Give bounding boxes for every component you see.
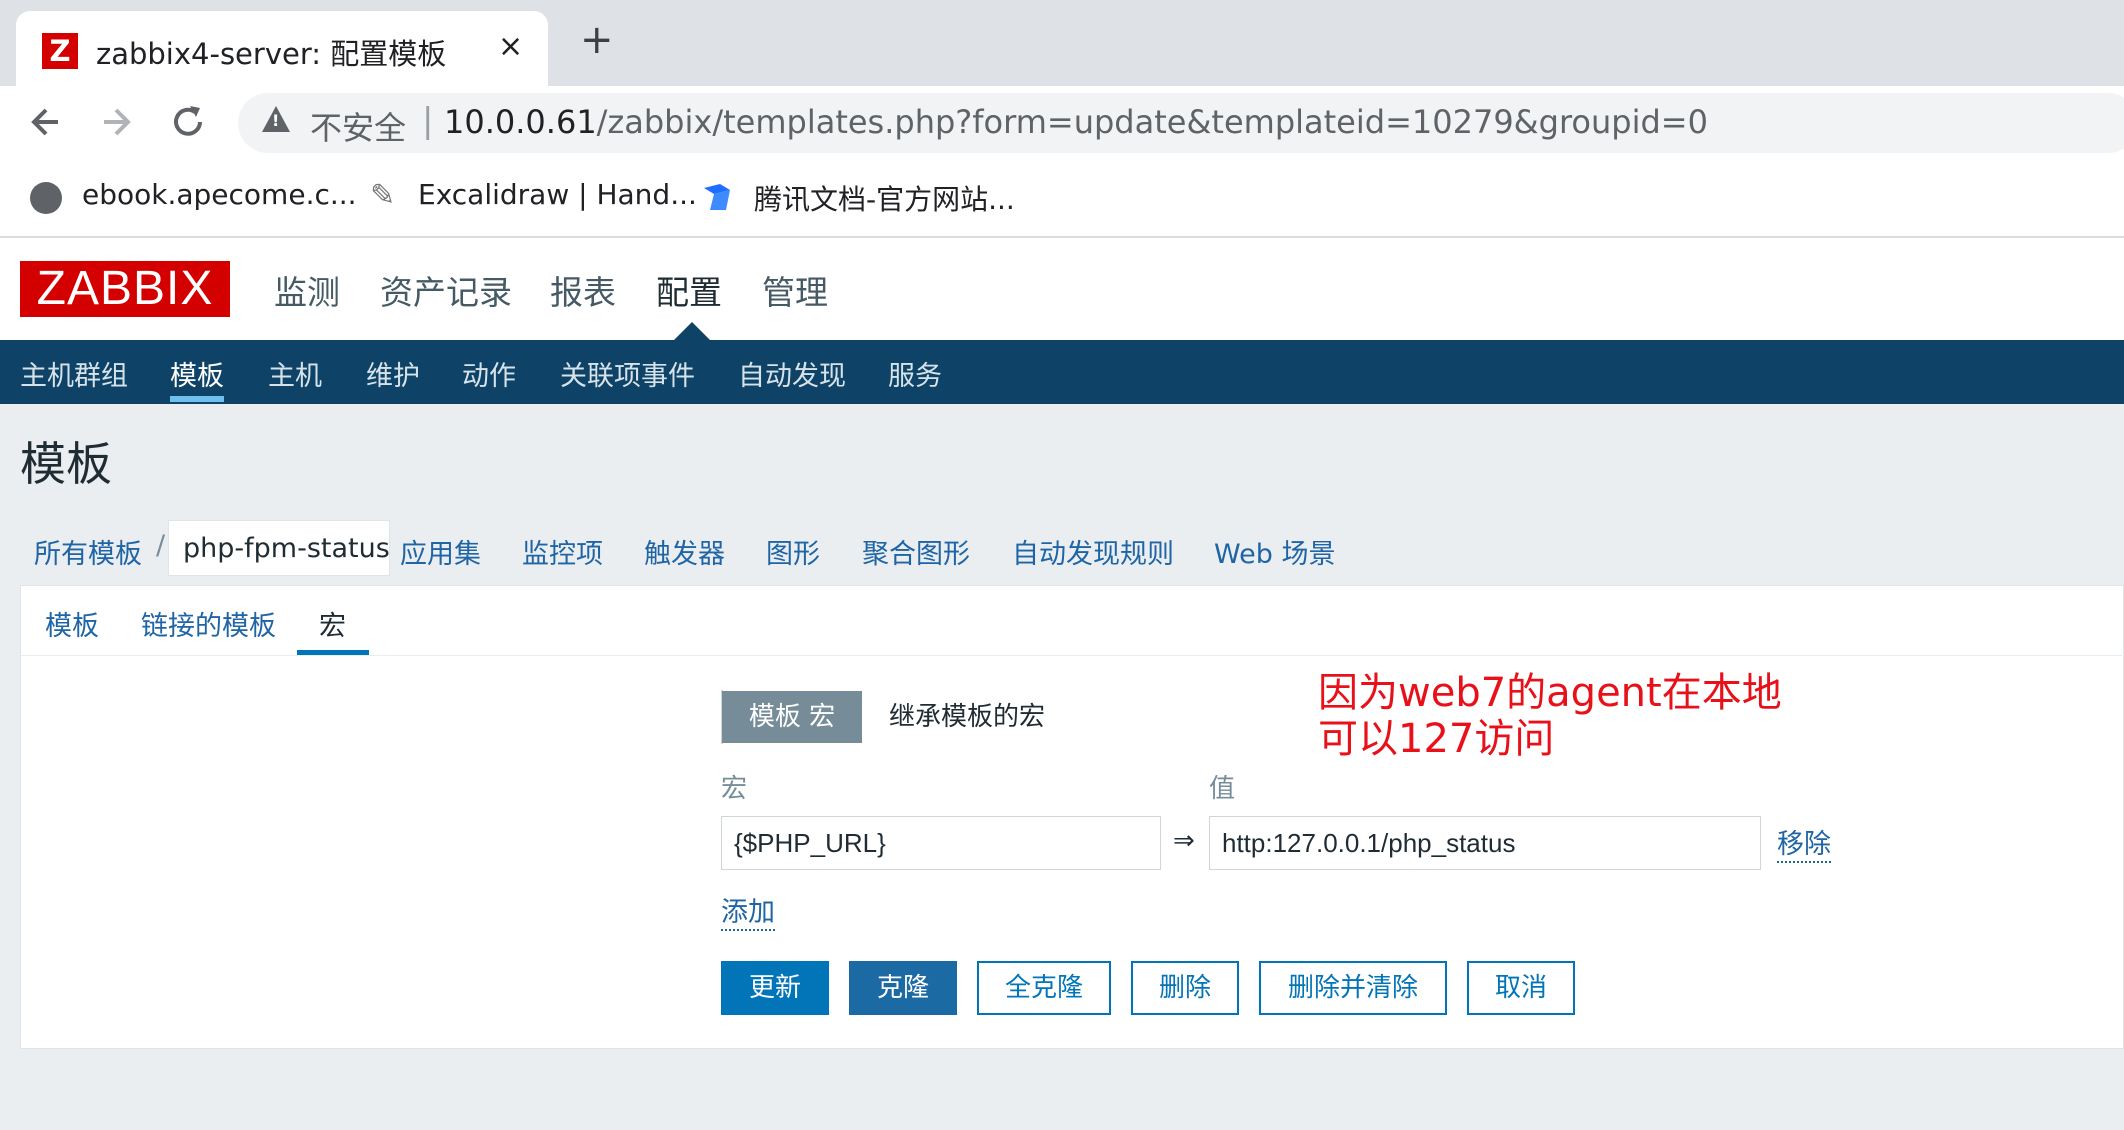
value-column-label: 值 <box>1209 774 1236 804</box>
close-tab-icon[interactable]: × <box>498 29 523 64</box>
tab-macros[interactable]: 宏 <box>319 604 346 643</box>
tab-linked-templates[interactable]: 链接的模板 <box>141 604 276 643</box>
annotation-line-1: 因为web7的agent在本地 <box>1318 670 1782 716</box>
menu-reports[interactable]: 报表 <box>550 266 616 314</box>
back-arrow-icon[interactable] <box>28 98 64 157</box>
tab-active-indicator <box>297 650 369 655</box>
tab-title: zabbix4-server: 配置模板 <box>96 37 447 71</box>
delete-button[interactable]: 删除 <box>1131 961 1239 1015</box>
cancel-button[interactable]: 取消 <box>1467 961 1575 1015</box>
annotation-note: 因为web7的agent在本地 可以127访问 <box>1318 670 1782 762</box>
submenu-maintenance[interactable]: 维护 <box>366 354 420 393</box>
zabbix-favicon-icon: Z <box>42 33 78 69</box>
breadcrumb-graphs[interactable]: 图形 <box>766 532 820 571</box>
delete-and-clear-button[interactable]: 删除并清除 <box>1259 961 1447 1015</box>
submenu-actions[interactable]: 动作 <box>462 354 516 393</box>
bookmark-tencent-docs[interactable]: 腾讯文档-官方网站... <box>754 178 1015 218</box>
macro-value-field[interactable] <box>1209 816 1761 870</box>
url-field[interactable]: ! 不安全 | 10.0.0.61/zabbix/templates.php?f… <box>238 93 2124 153</box>
macro-value-input[interactable] <box>1210 817 1760 869</box>
submenu-host-groups[interactable]: 主机群组 <box>20 354 128 393</box>
menu-administration[interactable]: 管理 <box>762 266 828 314</box>
menu-inventory[interactable]: 资产记录 <box>380 266 512 314</box>
breadcrumb-web-scenarios[interactable]: Web 场景 <box>1214 532 1335 571</box>
url-text[interactable]: 10.0.0.61/zabbix/templates.php?form=upda… <box>444 103 1708 141</box>
zabbix-header: ZABBIX 监测 资产记录 报表 配置 管理 <box>0 238 2124 340</box>
update-button[interactable]: 更新 <box>721 961 829 1015</box>
breadcrumb-triggers[interactable]: 触发器 <box>644 532 725 571</box>
submenu-templates[interactable]: 模板 <box>170 354 224 393</box>
menu-monitoring[interactable]: 监测 <box>274 266 340 314</box>
sub-menu: 主机群组 模板 主机 维护 动作 关联项事件 自动发现 服务 <box>0 340 2124 404</box>
breadcrumb-items[interactable]: 监控项 <box>522 532 603 571</box>
active-menu-caret <box>674 322 710 340</box>
breadcrumb-screens[interactable]: 聚合图形 <box>862 532 970 571</box>
full-clone-button[interactable]: 全克隆 <box>977 961 1111 1015</box>
reload-icon[interactable] <box>168 98 208 157</box>
breadcrumb-discovery-rules[interactable]: 自动发现规则 <box>1012 532 1174 571</box>
bookmark-excalidraw[interactable]: Excalidraw | Hand... <box>418 178 697 211</box>
breadcrumb-separator: / <box>156 530 166 561</box>
template-macros-button[interactable]: 模板 宏 <box>722 691 862 743</box>
zabbix-logo[interactable]: ZABBIX <box>20 261 230 317</box>
breadcrumb-all-templates[interactable]: 所有模板 <box>34 532 142 571</box>
address-bar: ! 不安全 | 10.0.0.61/zabbix/templates.php?f… <box>0 86 2124 160</box>
bookmarks-bar: ebook.apecome.c... ✎ Excalidraw | Hand..… <box>0 160 2124 238</box>
forward-arrow-icon[interactable] <box>98 98 134 157</box>
submenu-discovery[interactable]: 自动发现 <box>738 354 846 393</box>
submenu-active-indicator <box>170 396 224 402</box>
paperclip-icon: ✎ <box>370 178 396 213</box>
add-macro-link[interactable]: 添加 <box>721 890 775 931</box>
page-title: 模板 <box>20 437 112 491</box>
macro-arrow: ⇒ <box>1173 826 1195 856</box>
submenu-event-correlation[interactable]: 关联项事件 <box>560 354 695 393</box>
menu-configuration[interactable]: 配置 <box>656 266 722 314</box>
submenu-hosts[interactable]: 主机 <box>268 354 322 393</box>
new-tab-icon[interactable]: + <box>580 20 614 60</box>
template-form-panel: 模板 链接的模板 宏 模板 宏 继承模板的宏 宏 值 ⇒ 移除 添加 更新 克隆… <box>20 585 2124 1049</box>
browser-tab-bar: Z zabbix4-server: 配置模板 × + <box>0 0 2124 86</box>
breadcrumb-applications[interactable]: 应用集 <box>400 532 481 571</box>
tencent-docs-icon <box>704 184 730 210</box>
form-tabs: 模板 链接的模板 宏 <box>21 586 2124 656</box>
tab-template[interactable]: 模板 <box>45 604 99 643</box>
insecure-label[interactable]: 不安全 <box>310 103 406 149</box>
breadcrumb-current-template[interactable]: php-fpm-status <box>168 520 390 576</box>
globe-icon <box>30 182 62 214</box>
macro-type-toggle: 模板 宏 继承模板的宏 <box>721 690 1072 744</box>
inherited-macros-button[interactable]: 继承模板的宏 <box>862 691 1072 743</box>
macro-column-label: 宏 <box>721 774 748 804</box>
clone-button[interactable]: 克隆 <box>849 961 957 1015</box>
macro-name-input[interactable] <box>722 817 1160 869</box>
remove-macro-link[interactable]: 移除 <box>1777 822 1831 863</box>
macro-name-field[interactable] <box>721 816 1161 870</box>
submenu-services[interactable]: 服务 <box>888 354 942 393</box>
bookmark-ebook[interactable]: ebook.apecome.c... <box>82 178 357 211</box>
browser-tab[interactable]: Z zabbix4-server: 配置模板 × <box>16 11 548 86</box>
annotation-line-2: 可以127访问 <box>1318 716 1555 762</box>
